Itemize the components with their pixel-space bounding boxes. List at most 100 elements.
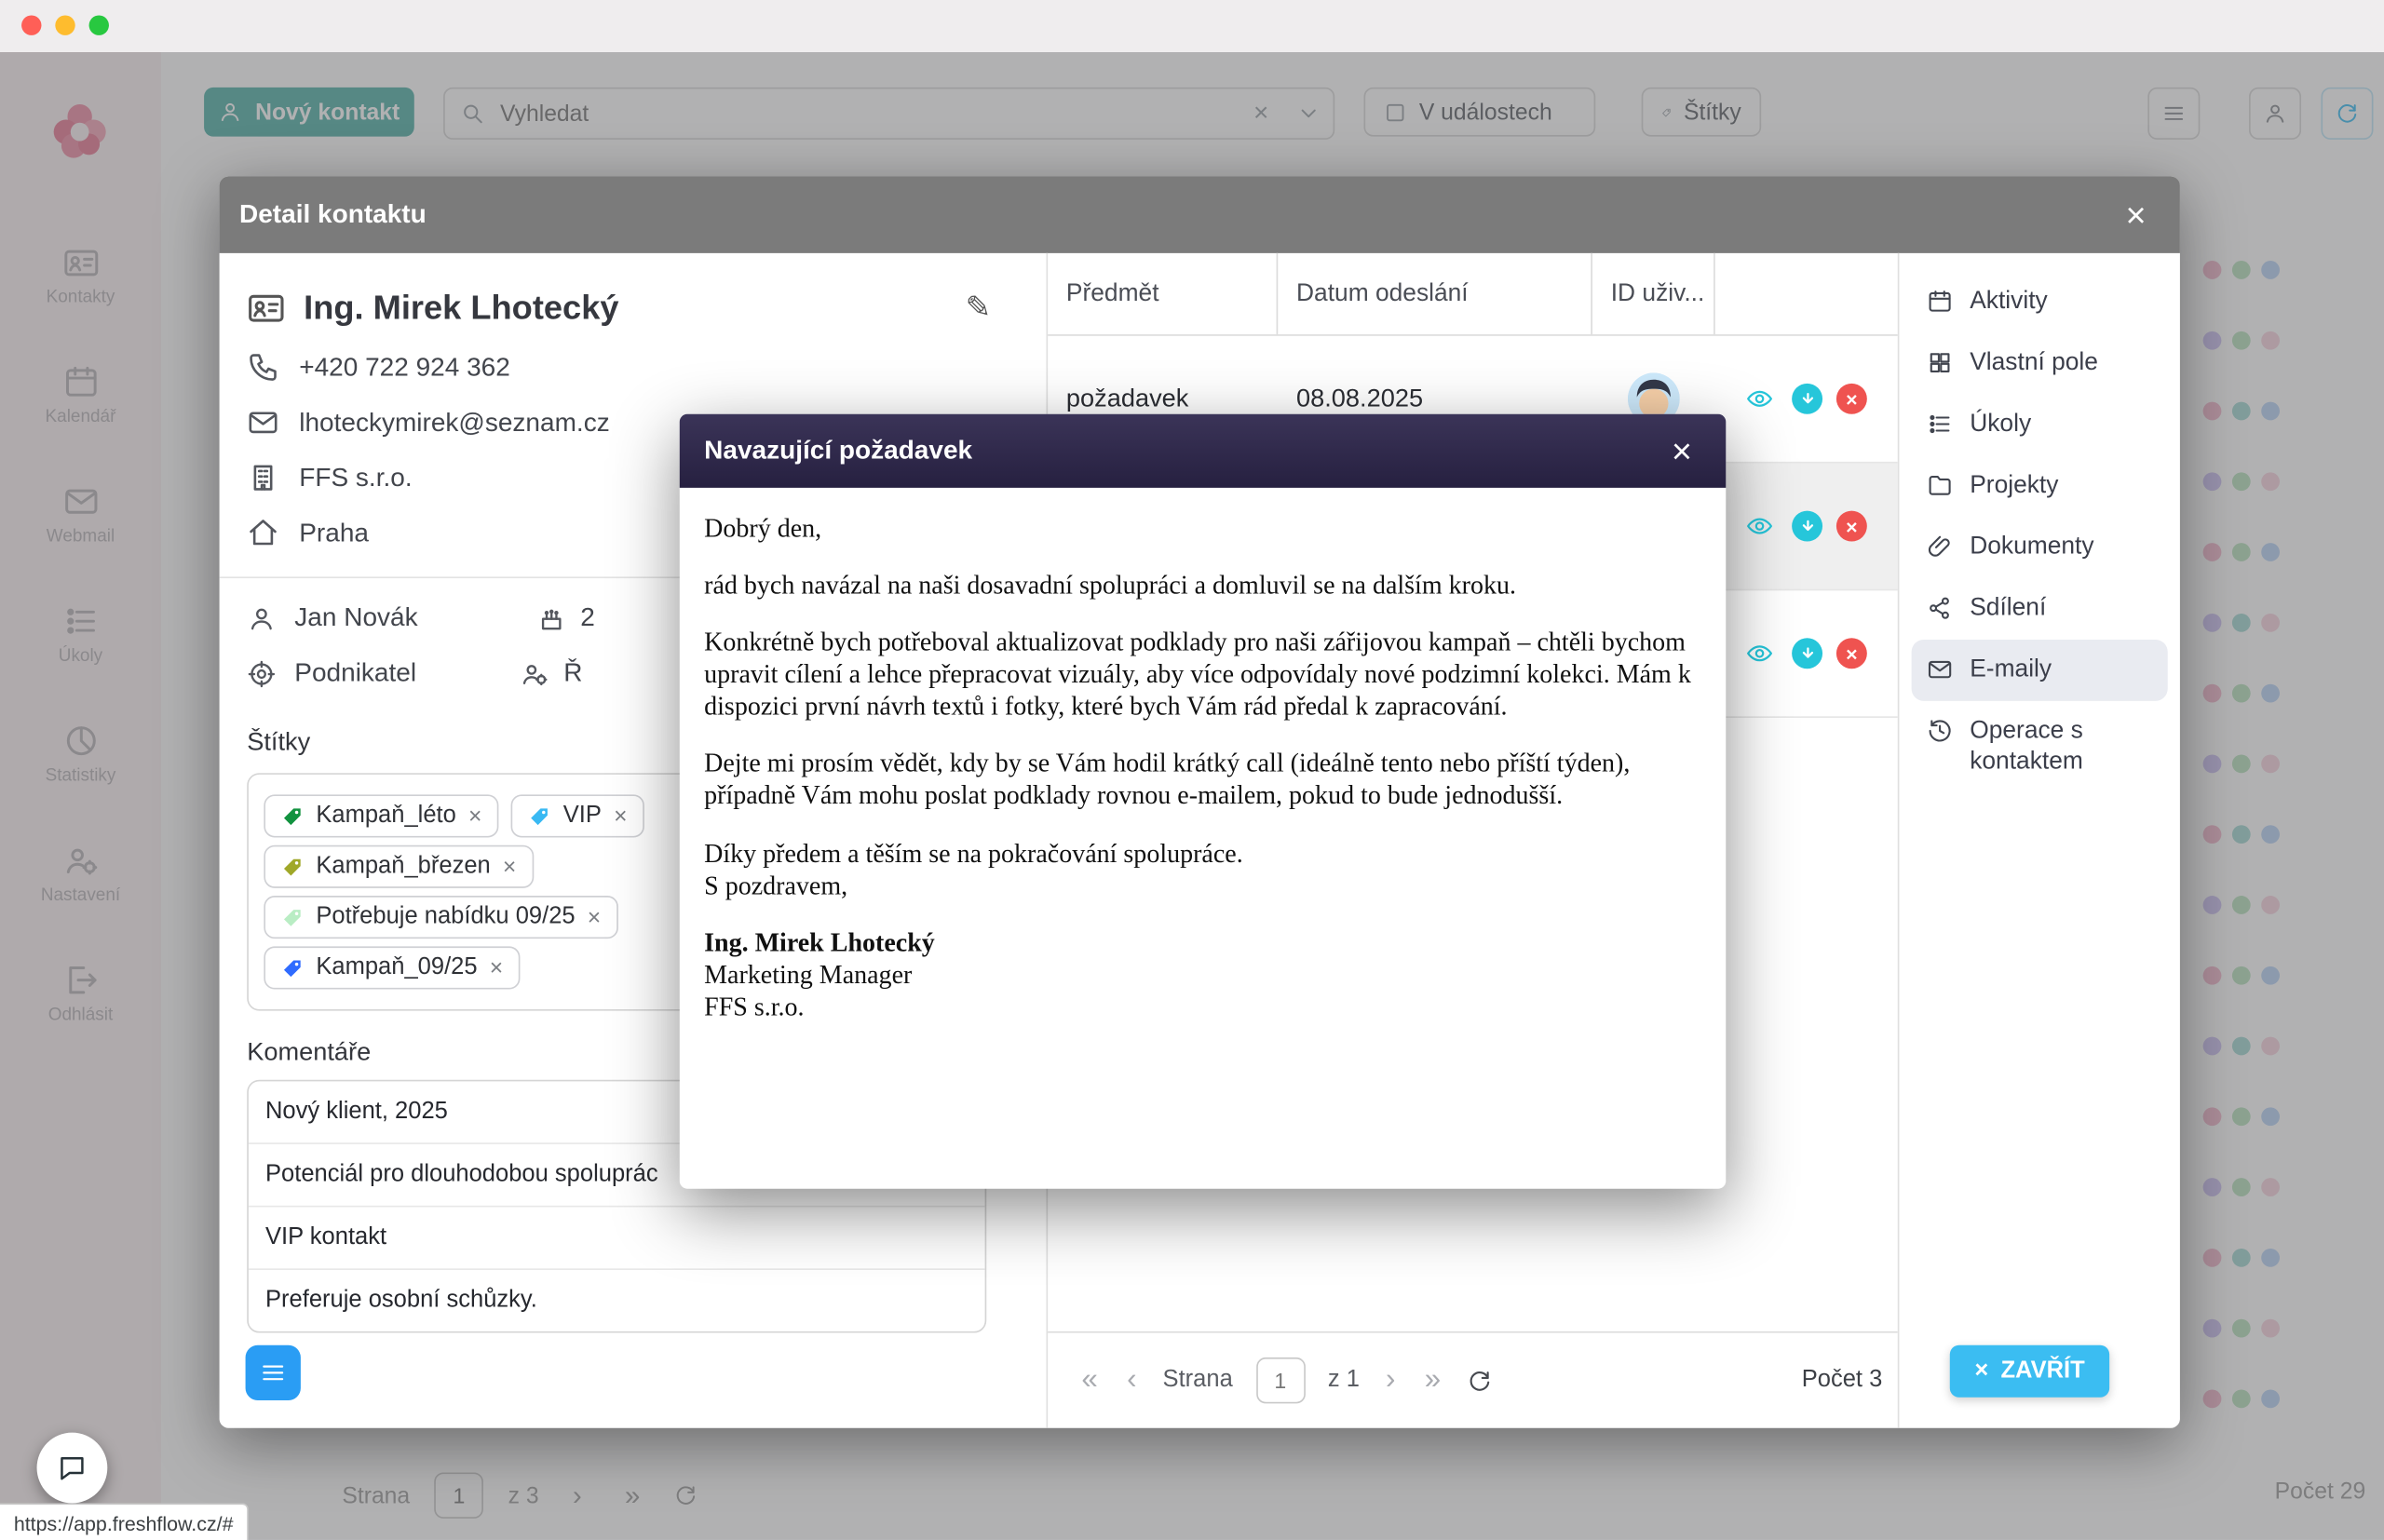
delete-email-icon[interactable]: × xyxy=(1836,511,1867,542)
tag-label: VIP xyxy=(563,803,602,831)
signature-name: Ing. Mirek Lhotecký xyxy=(704,927,935,956)
menu-icon xyxy=(259,1359,287,1387)
tag-chip: VIP × xyxy=(511,794,644,837)
menu-item-label: Úkoly xyxy=(1970,410,2031,440)
last-page-button[interactable]: » xyxy=(1421,1364,1443,1398)
menu-item-operace[interactable]: Operace s kontaktem xyxy=(1912,701,2168,793)
email-line: S pozdravem, xyxy=(704,871,847,899)
delete-email-icon[interactable]: × xyxy=(1836,638,1867,669)
menu-item-label: Vlastní pole xyxy=(1970,348,2098,379)
of-pages-label: z 1 xyxy=(1328,1367,1360,1395)
strana-label: Strana xyxy=(1163,1367,1233,1395)
prev-page-button[interactable]: ‹ xyxy=(1124,1364,1140,1398)
menu-item-label: Projekty xyxy=(1970,471,2058,502)
zoom-window-button[interactable] xyxy=(89,15,109,34)
menu-item-label: Operace s kontaktem xyxy=(1970,716,2152,777)
email-preview-modal: Navazující požadavek × Dobrý den, rád by… xyxy=(680,414,1727,1189)
remove-tag-icon[interactable]: × xyxy=(588,906,601,929)
email-signature: Ing. Mirek LhoteckýMarketing ManagerFFS … xyxy=(704,926,1701,1023)
contact-sections-menu: Aktivity Vlastní pole Úkoly Projekty Dok… xyxy=(1898,253,2180,1428)
arrow-down-icon xyxy=(1799,518,1816,534)
tag-label: Kampaň_březen xyxy=(316,853,490,881)
view-email-icon[interactable] xyxy=(1741,512,1779,540)
tag-icon xyxy=(280,956,304,979)
close-window-button[interactable] xyxy=(21,15,41,34)
close-contact-modal-icon[interactable]: × xyxy=(2117,196,2156,234)
close-modal-button[interactable]: × ZAVŘÍT xyxy=(1950,1345,2109,1398)
org-icon xyxy=(521,659,549,688)
download-email-icon[interactable] xyxy=(1792,638,1822,669)
minimize-window-button[interactable] xyxy=(55,15,74,34)
chat-icon xyxy=(57,1452,88,1483)
close-icon: × xyxy=(1974,1358,1988,1385)
menu-item-projekty[interactable]: Projekty xyxy=(1912,455,2168,517)
home-icon xyxy=(247,517,279,549)
history-icon xyxy=(1927,718,1953,744)
tag-icon xyxy=(280,906,304,929)
menu-item-dokumenty[interactable]: Dokumenty xyxy=(1912,517,2168,578)
email-paragraph: Díky předem a těším se na pokračování sp… xyxy=(704,837,1701,901)
email-paragraph: Dobrý den, xyxy=(704,512,1701,545)
grid-icon xyxy=(1927,350,1953,376)
folder-icon xyxy=(1927,472,1953,498)
menu-item-label: Sdílení xyxy=(1970,594,2046,625)
column-header-id: ID uživ... xyxy=(1592,253,1715,334)
contact-company: FFS s.r.o. xyxy=(299,463,412,493)
menu-item-label: E-maily xyxy=(1970,655,2052,685)
emails-count-label: Počet 3 xyxy=(1802,1367,1883,1395)
arrow-down-icon xyxy=(1799,390,1816,407)
building-icon xyxy=(247,462,279,494)
refresh-icon[interactable] xyxy=(1467,1368,1493,1394)
tag-chip: Kampaň_léto × xyxy=(264,794,498,837)
window-titlebar xyxy=(0,0,2384,52)
page-input[interactable] xyxy=(1255,1358,1305,1403)
tag-icon xyxy=(280,804,304,828)
contact-actions-menu-button[interactable] xyxy=(246,1345,301,1400)
tag-icon xyxy=(280,855,304,878)
tag-chip: Kampaň_březen × xyxy=(264,845,533,888)
menu-item-aktivity[interactable]: Aktivity xyxy=(1912,272,2168,333)
view-email-icon[interactable] xyxy=(1741,640,1779,668)
download-email-icon[interactable] xyxy=(1792,384,1822,414)
email-paragraph: Dejte mi prosím vědět, kdy by se Vám hod… xyxy=(704,748,1701,812)
remove-tag-icon[interactable]: × xyxy=(490,956,503,979)
delete-email-icon[interactable]: × xyxy=(1836,384,1867,414)
list-icon xyxy=(1927,411,1953,437)
tag-label: Potřebuje nabídku 09/25 xyxy=(316,903,575,931)
remove-tag-icon[interactable]: × xyxy=(503,855,516,878)
user-icon xyxy=(247,603,276,632)
tag-chip: Potřebuje nabídku 09/25 × xyxy=(264,896,617,939)
tag-chip: Kampaň_09/25 × xyxy=(264,946,520,989)
email-body: Dobrý den, rád bych navázal na naši dosa… xyxy=(680,488,1727,1023)
comment-item: VIP kontakt xyxy=(249,1207,985,1270)
download-email-icon[interactable] xyxy=(1792,511,1822,542)
menu-item-ukoly[interactable]: Úkoly xyxy=(1912,394,2168,455)
first-page-button[interactable]: « xyxy=(1078,1364,1101,1398)
menu-item-emaily[interactable]: E-maily xyxy=(1912,640,2168,701)
chat-widget-button[interactable] xyxy=(37,1433,108,1504)
close-email-modal-icon[interactable]: × xyxy=(1662,432,1701,470)
remove-tag-icon[interactable]: × xyxy=(468,804,481,828)
tag-label: Kampaň_léto xyxy=(316,803,455,831)
contact-card-icon xyxy=(247,289,285,327)
tag-label: Kampaň_09/25 xyxy=(316,954,477,982)
mail-icon xyxy=(247,407,279,439)
remove-tag-icon[interactable]: × xyxy=(614,804,627,828)
paperclip-icon xyxy=(1927,534,1953,560)
screen: Kontakty Kalendář Webmail Úkoly Statisti… xyxy=(0,0,2384,1540)
contact-name: Ing. Mirek Lhotecký xyxy=(304,288,618,328)
cake-icon xyxy=(537,603,566,632)
target-icon xyxy=(247,659,276,688)
view-email-icon[interactable] xyxy=(1741,385,1779,412)
edit-contact-icon[interactable]: ✎ xyxy=(956,287,1000,328)
email-paragraph: rád bych navázal na naši dosavadní spolu… xyxy=(704,569,1701,601)
email-date: 08.08.2025 xyxy=(1278,385,1592,413)
phone-icon xyxy=(247,351,279,384)
menu-item-vlastni-pole[interactable]: Vlastní pole xyxy=(1912,332,2168,394)
next-page-button[interactable]: › xyxy=(1383,1364,1399,1398)
emails-table-header: Předmět Datum odeslání ID uživ... xyxy=(1048,253,1898,336)
contact-modal-header: Detail kontaktu × xyxy=(220,176,2180,252)
status-url: https://app.freshflow.cz/# xyxy=(0,1503,249,1540)
menu-item-label: Aktivity xyxy=(1970,287,2047,317)
menu-item-sdileni[interactable]: Sdílení xyxy=(1912,578,2168,640)
